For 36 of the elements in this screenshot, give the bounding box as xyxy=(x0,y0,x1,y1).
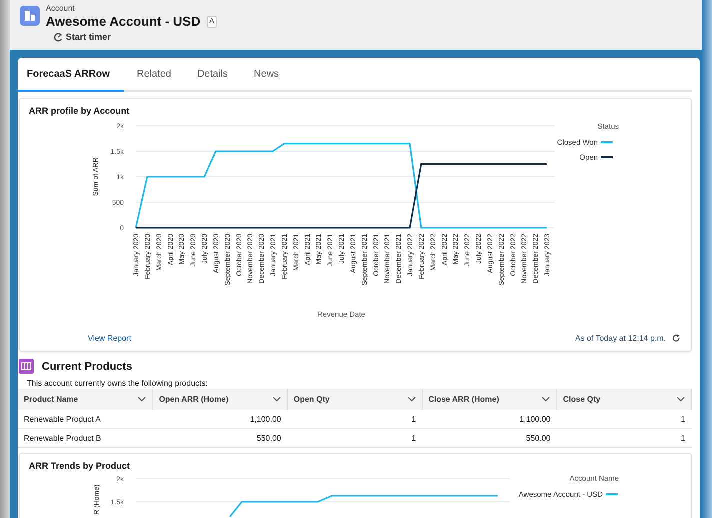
column-header[interactable]: Open Qty xyxy=(287,389,422,410)
tab[interactable]: Related xyxy=(124,58,184,92)
start-timer-button[interactable]: Start timer xyxy=(54,32,218,42)
chevron-icon[interactable] xyxy=(542,397,550,402)
table-cell: Renewable Product A xyxy=(18,410,153,428)
column-header[interactable]: Close ARR (Home) xyxy=(422,389,557,410)
tab[interactable]: Details xyxy=(184,58,242,92)
table-cell: 550.00 xyxy=(152,428,288,448)
refresh-icon[interactable] xyxy=(672,334,681,342)
table-cell: 1 xyxy=(287,428,422,448)
column-header[interactable]: Open ARR (Home) xyxy=(152,389,288,410)
table-cell: 1,100.00 xyxy=(152,410,288,428)
chevron-icon[interactable] xyxy=(272,397,281,402)
table-cell: 1 xyxy=(556,428,692,448)
card-title: ARR profile by Account xyxy=(28,105,131,116)
object-type: Account xyxy=(46,4,76,14)
chevron-icon[interactable] xyxy=(138,397,146,402)
tab[interactable]: News xyxy=(241,58,292,92)
account-icon xyxy=(20,6,40,26)
section-title: Current Products xyxy=(42,360,132,372)
view-report-link[interactable]: View Report xyxy=(88,334,132,342)
card-title: ARR Trends by Product xyxy=(28,460,132,471)
table-cell: 1 xyxy=(287,410,422,428)
table-cell: 1,100.00 xyxy=(422,410,557,428)
column-header[interactable]: Close Qty xyxy=(556,389,692,410)
timer-icon xyxy=(54,32,63,42)
chevron-icon[interactable] xyxy=(408,397,416,402)
chevron-icon[interactable] xyxy=(677,397,685,402)
table-cell: 1 xyxy=(556,410,692,428)
record-title: Awesome Account - USD xyxy=(46,14,201,30)
tab[interactable]: ForecaaS ARRow xyxy=(18,58,124,92)
section-description: This account currently owns the following products: xyxy=(27,379,209,388)
column-header[interactable]: Product Name xyxy=(18,389,153,410)
timestamp: As of Today at 12:14 p.m. xyxy=(575,334,666,342)
table-cell: Renewable Product B xyxy=(18,428,153,448)
table-cell: 550.00 xyxy=(422,428,557,448)
